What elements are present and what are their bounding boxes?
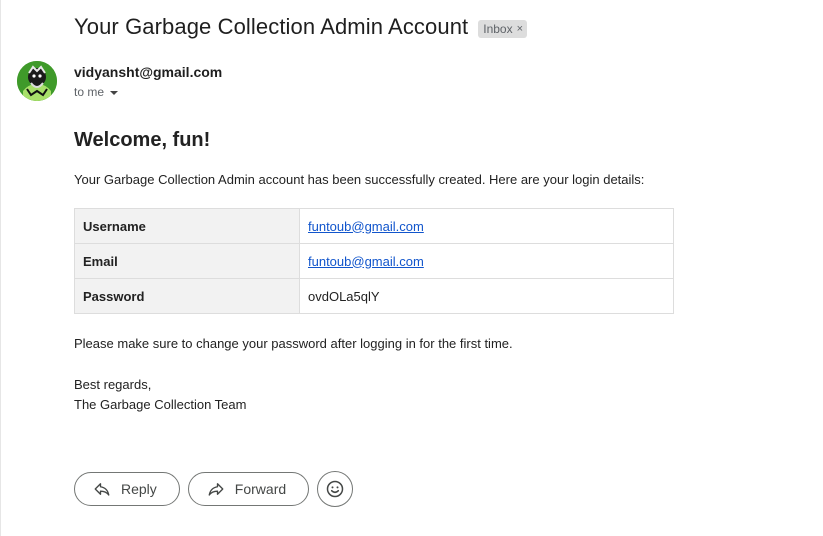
email-link[interactable]: funtoub@gmail.com [308,254,424,269]
label-text: Inbox [483,21,513,36]
signature-block: Best regards, The Garbage Collection Tea… [74,375,774,415]
greeting-heading: Welcome, fun! [74,129,211,151]
remove-label-icon[interactable]: × [517,22,523,36]
table-row: Username funtoub@gmail.com [74,208,674,244]
password-note: Please make sure to change your password… [74,336,513,351]
reply-icon [94,483,110,496]
username-key: Username [74,208,300,244]
sender-avatar[interactable] [17,61,57,101]
email-value-cell: funtoub@gmail.com [299,243,674,279]
emoji-reaction-button[interactable] [317,471,354,507]
forward-label: Forward [234,481,287,497]
message-body: Welcome, fun! Your Garbage Collection Ad… [74,128,774,415]
password-value: ovdOLa5qlY [299,278,674,314]
password-key: Password [74,278,300,314]
subject-row: Your Garbage Collection Admin Account In… [74,14,528,40]
reply-label: Reply [121,481,157,497]
chevron-down-icon[interactable] [110,90,119,95]
username-value-cell: funtoub@gmail.com [299,208,674,244]
email-key: Email [74,243,300,279]
recipient-details[interactable]: to me [74,85,119,99]
signature-text: The Garbage Collection Team [74,397,247,412]
emoji-icon [326,480,344,498]
email-subject: Your Garbage Collection Admin Account [74,14,469,39]
recipient-label: to me [74,85,105,99]
reply-button[interactable]: Reply [74,472,180,506]
credentials-table: Username funtoub@gmail.com Email funtoub… [74,208,674,314]
email-view: Your Garbage Collection Admin Account In… [0,0,823,536]
sender-email[interactable]: vidyansht@gmail.com [74,64,222,80]
forward-icon [208,483,224,496]
avatar-image [17,61,57,101]
action-buttons: Reply Forward [74,471,354,507]
username-link[interactable]: funtoub@gmail.com [308,219,424,234]
table-row: Password ovdOLa5qlY [74,278,674,314]
closing-text: Best regards, [74,377,152,392]
forward-button[interactable]: Forward [187,472,310,506]
table-row: Email funtoub@gmail.com [74,243,674,279]
inbox-label-chip[interactable]: Inbox × [478,19,528,38]
intro-text: Your Garbage Collection Admin account ha… [74,172,645,187]
